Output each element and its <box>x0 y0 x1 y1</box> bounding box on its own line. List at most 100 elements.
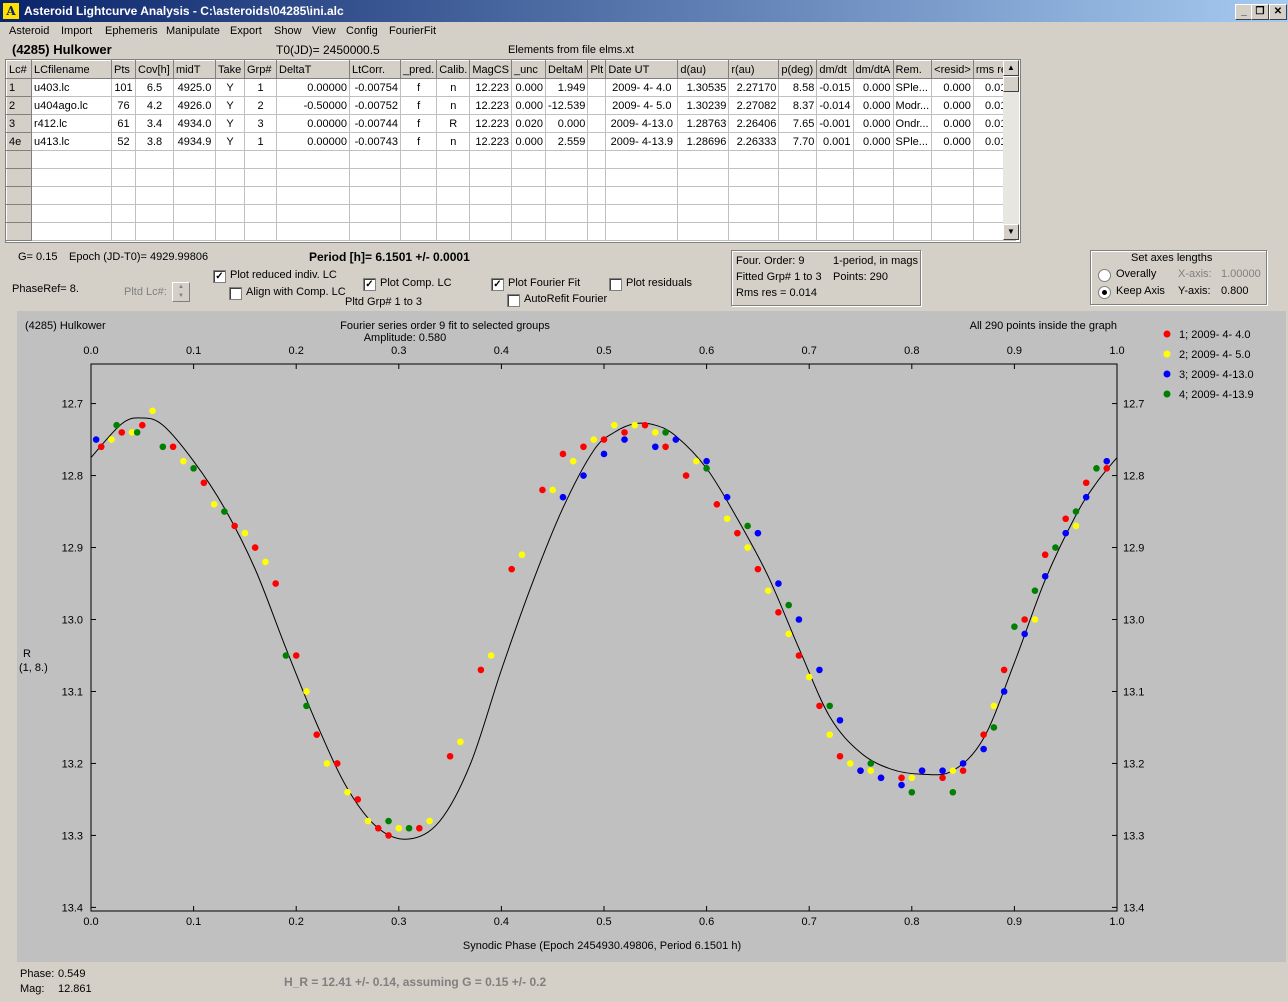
table-cell[interactable]: 1 <box>6 78 32 97</box>
table-cell[interactable]: 12.223 <box>469 132 513 151</box>
table-cell[interactable] <box>244 186 277 205</box>
table-cell[interactable] <box>349 150 401 169</box>
table-cell[interactable] <box>545 222 589 241</box>
table-cell[interactable] <box>545 168 589 187</box>
table-cell[interactable] <box>244 168 277 187</box>
table-cell[interactable] <box>436 168 471 187</box>
column-header[interactable]: _unc <box>511 60 547 79</box>
table-cell[interactable] <box>931 168 974 187</box>
table-cell[interactable] <box>215 186 245 205</box>
overally-radio[interactable] <box>1098 269 1111 282</box>
table-cell[interactable]: 0.000 <box>852 78 894 97</box>
table-row[interactable]: 1 u403.lc 101 6.5 4925.0 Y 1 0.00000 -0.00754 f n 1… <box>6 78 1016 97</box>
table-cell[interactable] <box>931 186 974 205</box>
table-cell[interactable]: 3 <box>244 114 277 133</box>
table-cell[interactable] <box>215 204 245 223</box>
table-cell[interactable]: 2.26406 <box>728 114 780 133</box>
table-cell[interactable]: u404ago.lc <box>31 96 112 115</box>
menu-config[interactable]: Config <box>346 25 378 37</box>
table-cell[interactable] <box>31 150 112 169</box>
table-cell[interactable] <box>135 222 174 241</box>
table-cell[interactable]: 0.000 <box>931 78 974 97</box>
table-cell[interactable] <box>677 186 730 205</box>
column-header[interactable]: dm/dtA <box>852 60 894 79</box>
menu-export[interactable]: Export <box>230 25 262 37</box>
table-cell[interactable] <box>135 186 174 205</box>
table-cell[interactable] <box>349 204 401 223</box>
table-cell[interactable]: 2009- 4-13.9 <box>605 132 679 151</box>
table-cell[interactable] <box>436 222 471 241</box>
table-cell[interactable] <box>399 150 438 169</box>
table-cell[interactable]: 0.000 <box>931 132 974 151</box>
table-scrollbar[interactable]: ▲ ▼ <box>1003 60 1019 240</box>
column-header[interactable]: midT <box>173 60 216 79</box>
table-cell[interactable] <box>587 150 607 169</box>
table-cell[interactable] <box>215 168 245 187</box>
table-cell[interactable] <box>6 204 32 223</box>
table-cell[interactable]: 1.30535 <box>677 78 730 97</box>
table-cell[interactable]: Y <box>215 78 245 97</box>
table-cell[interactable] <box>276 168 350 187</box>
table-cell[interactable] <box>436 204 471 223</box>
table-cell[interactable] <box>587 222 607 241</box>
table-cell[interactable]: 1.949 <box>545 78 589 97</box>
column-header[interactable]: _pred. <box>399 60 438 79</box>
table-cell[interactable] <box>587 132 607 151</box>
table-cell[interactable]: 1.30239 <box>677 96 730 115</box>
table-cell[interactable] <box>728 204 780 223</box>
table-cell[interactable]: u403.lc <box>31 78 112 97</box>
column-header[interactable]: Plt <box>587 60 607 79</box>
table-cell[interactable]: n <box>436 132 471 151</box>
table-cell[interactable] <box>816 168 854 187</box>
table-cell[interactable]: -0.015 <box>816 78 854 97</box>
table-cell[interactable]: Y <box>215 132 245 151</box>
table-cell[interactable]: f <box>399 96 438 115</box>
table-cell[interactable] <box>728 222 780 241</box>
column-header[interactable]: Rem. <box>892 60 933 79</box>
table-row-empty[interactable] <box>6 150 1016 169</box>
column-header[interactable]: DeltaT <box>276 60 350 79</box>
table-cell[interactable]: 1 <box>244 78 277 97</box>
table-cell[interactable] <box>276 222 350 241</box>
menu-show[interactable]: Show <box>274 25 302 37</box>
table-cell[interactable] <box>135 150 174 169</box>
table-cell[interactable]: R <box>436 114 471 133</box>
table-cell[interactable]: 76 <box>111 96 136 115</box>
table-row-empty[interactable] <box>6 168 1016 187</box>
table-cell[interactable]: 0.001 <box>816 132 854 151</box>
table-cell[interactable]: Modr... <box>892 96 933 115</box>
table-cell[interactable] <box>31 222 112 241</box>
column-header[interactable]: d(au) <box>677 60 730 79</box>
table-cell[interactable]: 2.559 <box>545 132 589 151</box>
table-cell[interactable] <box>677 222 730 241</box>
table-cell[interactable] <box>587 168 607 187</box>
table-cell[interactable] <box>244 150 277 169</box>
table-cell[interactable] <box>587 114 607 133</box>
table-row[interactable]: 4e u413.lc 52 3.8 4934.9 Y 1 0.00000 -0.00743 f n 1… <box>6 132 1016 151</box>
table-cell[interactable] <box>852 204 894 223</box>
table-cell[interactable]: 4934.0 <box>173 114 216 133</box>
column-header[interactable]: Date UT <box>605 60 679 79</box>
table-cell[interactable] <box>816 222 854 241</box>
table-row[interactable]: 2 u404ago.lc 76 4.2 4926.0 Y 2 -0.50000 -0.00752… <box>6 96 1016 115</box>
table-cell[interactable]: 0.000 <box>931 96 974 115</box>
table-cell[interactable] <box>6 150 32 169</box>
keep-axis-radio[interactable] <box>1098 286 1111 299</box>
align-comp-checkbox[interactable] <box>229 287 242 300</box>
table-cell[interactable] <box>545 204 589 223</box>
table-cell[interactable]: 0.000 <box>511 78 547 97</box>
table-cell[interactable] <box>215 150 245 169</box>
table-cell[interactable] <box>677 150 730 169</box>
table-cell[interactable] <box>511 150 547 169</box>
table-cell[interactable] <box>587 78 607 97</box>
table-cell[interactable] <box>605 168 679 187</box>
column-header[interactable]: Lc# <box>6 60 32 79</box>
lightcurve-plot-panel[interactable]: (4285) Hulkower Fourier series order 9 f… <box>17 311 1286 962</box>
table-cell[interactable] <box>349 186 401 205</box>
table-cell[interactable] <box>469 222 513 241</box>
table-cell[interactable] <box>173 222 216 241</box>
table-cell[interactable]: 7.70 <box>778 132 818 151</box>
table-cell[interactable] <box>852 186 894 205</box>
table-cell[interactable] <box>587 204 607 223</box>
table-cell[interactable]: 4926.0 <box>173 96 216 115</box>
